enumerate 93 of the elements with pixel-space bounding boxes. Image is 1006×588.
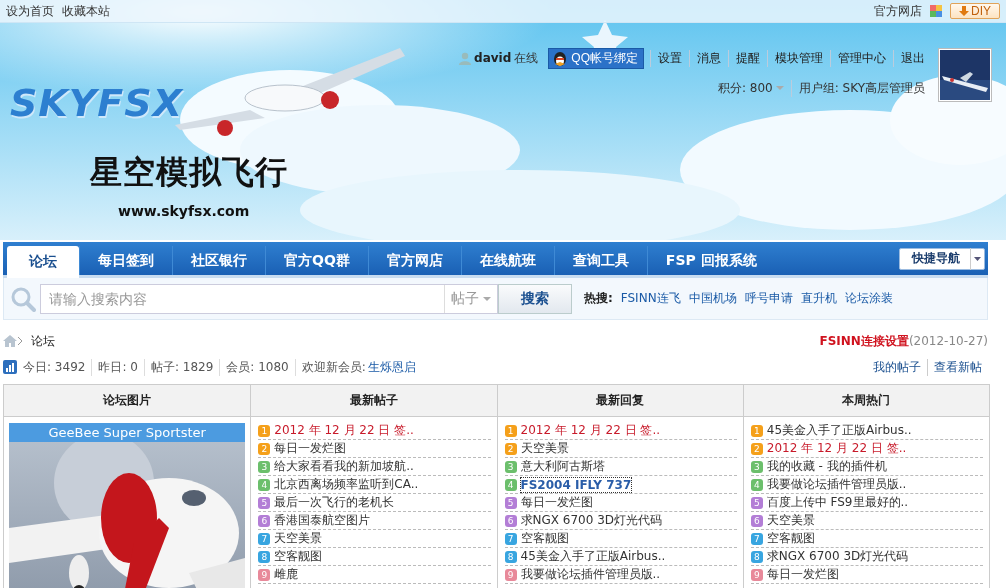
thread-link[interactable]: 香港国泰航空图片 [274, 512, 371, 529]
thread-link[interactable]: 天空美景 [520, 440, 569, 457]
rank-badge: 6 [750, 514, 763, 527]
notice-link[interactable]: FSINN连接设置 [819, 332, 909, 350]
thread-link[interactable]: 2012 年 12 月 22 日 签.. [274, 422, 414, 439]
thread-link[interactable]: 45美金入手了正版Airbus.. [766, 422, 912, 439]
rank-badge: 3 [504, 460, 517, 473]
hot-search-link[interactable]: 中国机场 [688, 290, 737, 307]
hot-search-link[interactable]: 直升机 [800, 290, 837, 307]
nav-tab[interactable]: 官方网店 [367, 246, 461, 275]
nav-tab[interactable]: 查询工具 [553, 246, 647, 275]
hot-search-link[interactable]: 论坛涂装 [844, 290, 893, 307]
thread-link[interactable]: 我要做论坛插件管理员版.. [766, 476, 907, 493]
column-heading: 最新帖子 [250, 385, 497, 417]
thread-link[interactable]: 45美金入手了正版Airbus.. [520, 548, 666, 565]
column-heading: 最新回复 [496, 385, 743, 417]
welcome-text: 欢迎新会员: [301, 358, 366, 376]
rank-badge: 4 [750, 478, 763, 491]
stat-text: 帖子: 1829 [143, 358, 220, 376]
thread-link[interactable]: 空客靓图 [274, 548, 323, 565]
thread-link[interactable]: 我要做论坛插件管理员版.. [520, 566, 661, 583]
stat-text: 会员: 1080 [219, 358, 295, 376]
rank-badge: 1 [504, 424, 517, 437]
column-heading: 本周热门 [742, 385, 989, 417]
rank-badge: 7 [750, 532, 763, 545]
thread-link[interactable]: 空客靓图 [766, 530, 815, 547]
thread-link[interactable]: 意大利阿古斯塔 [520, 458, 605, 475]
thread-link[interactable]: 天空美景 [766, 512, 815, 529]
search-button[interactable]: 搜索 [498, 283, 572, 314]
quick-nav-button[interactable]: 快捷导航 [899, 247, 985, 270]
bar-chart-icon [3, 360, 17, 374]
rank-badge: 2 [750, 442, 763, 455]
rank-badge: 5 [504, 496, 517, 509]
rank-badge: 8 [258, 550, 271, 563]
rank-badge: 2 [504, 442, 517, 455]
column-heading: 论坛图片 [4, 385, 251, 417]
rank-badge: 3 [258, 460, 271, 473]
new-member-link[interactable]: 生烁恩启 [367, 358, 416, 376]
thread-link[interactable]: 给大家看看我的新加坡航.. [274, 458, 414, 475]
rank-badge: 4 [504, 478, 517, 491]
thread-link[interactable]: 求NGX 6700 3D灯光代码 [766, 548, 909, 565]
thread-link[interactable]: 我的收藏 - 我的插件机 [766, 458, 887, 475]
rank-badge: 5 [258, 496, 271, 509]
thread-link[interactable]: 每日一发烂图 [520, 494, 593, 511]
breadcrumb-current[interactable]: 论坛 [31, 332, 55, 350]
stats-link[interactable]: 我的帖子 [867, 358, 927, 376]
rank-badge: 8 [750, 550, 763, 563]
stat-text: 今日: 3492 [22, 358, 87, 376]
rank-badge: 5 [750, 496, 763, 509]
hot-search-label: 热搜: [584, 290, 613, 307]
nav-tab[interactable]: FSP 回报系统 [646, 246, 775, 275]
thread-link[interactable]: 空客靓图 [520, 530, 569, 547]
chevron-icon [17, 336, 25, 346]
rank-badge: 3 [750, 460, 763, 473]
thread-link[interactable]: 北京西离场频率监听到CA.. [274, 476, 419, 493]
stat-text: 昨日: 0 [91, 358, 144, 376]
rank-badge: 1 [750, 424, 763, 437]
thread-link[interactable]: 2012 年 12 月 22 日 签.. [766, 440, 907, 457]
notice-date: (2012-10-27) [908, 334, 988, 348]
rank-badge: 7 [258, 532, 271, 545]
home-icon [3, 335, 17, 347]
caret-icon [483, 296, 491, 301]
rank-badge: 1 [258, 424, 271, 437]
rank-badge: 7 [504, 532, 517, 545]
thread-link[interactable]: 2012 年 12 月 22 日 签.. [520, 422, 661, 439]
thread-link[interactable]: 每日一发烂图 [766, 566, 839, 583]
scope-label: 帖子 [451, 289, 479, 308]
search-icon [10, 285, 36, 312]
rank-badge: 6 [258, 514, 271, 527]
rank-badge: 2 [258, 442, 271, 455]
rank-badge: 8 [504, 550, 517, 563]
rank-badge: 4 [258, 478, 271, 491]
nav-tab[interactable]: 官方QQ群 [265, 246, 368, 275]
thread-link[interactable]: 求NGX 6700 3D灯光代码 [520, 512, 663, 529]
nav-tab[interactable]: 社区银行 [172, 246, 265, 275]
nav-tab[interactable]: 在线航班 [460, 246, 554, 275]
hot-search-link[interactable]: FSINN连飞 [620, 290, 681, 307]
rank-badge: 9 [258, 568, 271, 581]
stats-link[interactable]: 查看新帖 [927, 358, 988, 376]
thread-link[interactable]: FS2004 IFLY 737 [520, 477, 632, 492]
thread-link[interactable]: 每日一发烂图 [274, 440, 347, 457]
caret-icon [974, 256, 981, 261]
rank-badge: 6 [504, 514, 517, 527]
rank-badge: 9 [750, 568, 763, 581]
nav-tab[interactable]: 每日签到 [79, 246, 172, 275]
thread-link[interactable]: 百度上传中 FS9里最好的.. [766, 494, 909, 511]
thread-link[interactable]: 最后一次飞行的老机长 [274, 494, 395, 511]
thread-link[interactable]: 雌鹿 [274, 566, 299, 583]
nav-tab[interactable]: 论坛 [7, 246, 79, 278]
picture-caption: GeeBee Super Sportster [9, 423, 246, 442]
hot-search-link[interactable]: 呼号申请 [744, 290, 793, 307]
rank-badge: 9 [504, 568, 517, 581]
thread-link[interactable]: 天空美景 [274, 530, 323, 547]
